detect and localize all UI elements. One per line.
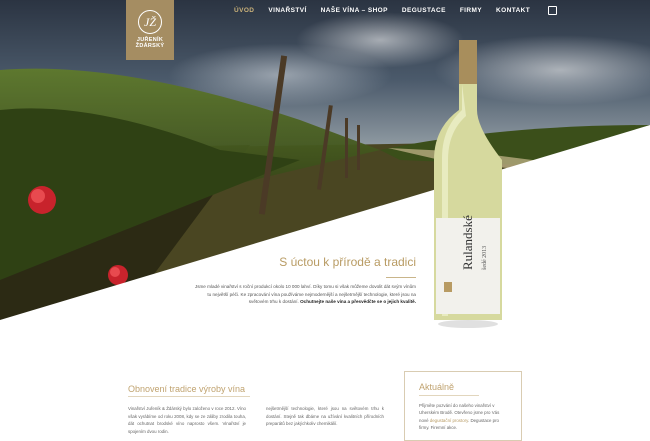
section-column-2: nejšetrnější technologie, které jsou na … [266, 406, 384, 427]
bottle-label-sub: šedé 2013 [482, 246, 488, 270]
section-column-1: Vinařství Juřeník & Ždárský bylo založen… [128, 406, 246, 434]
hero-intro: Jsme mladé vinařství s roční produkcí ok… [190, 283, 416, 306]
bottle-label-main: Rulandské [460, 215, 475, 270]
news-link[interactable]: degustační prostory [430, 418, 468, 423]
brand-logo[interactable]: JŽ JUŘENÍK ŽDÁRSKÝ [126, 0, 174, 60]
section-title-underline [128, 396, 250, 397]
nav-item-degustace[interactable]: DEGUSTACE [402, 7, 446, 14]
hero-banner [0, 0, 650, 320]
cart-icon[interactable] [548, 6, 558, 15]
brand-name: JUŘENÍK ŽDÁRSKÝ [136, 37, 165, 49]
nav-item-kontakt[interactable]: KONTAKT [496, 7, 530, 14]
news-title: Aktuálně [419, 382, 455, 392]
hero-intro-link[interactable]: Ochutnejte naše vína a přesvědčte se o j… [300, 299, 416, 304]
news-text: Přijměte pozvání do našeho vinařství v U… [419, 402, 507, 432]
wine-bottle-image[interactable]: Rulandské šedé 2013 [428, 40, 508, 330]
section-title: Obnovení tradice výroby vína [128, 384, 246, 394]
main-nav: ÚVOD VINAŘSTVÍ NAŠE VÍNA – SHOP DEGUSTAC… [234, 6, 558, 15]
nav-item-firmy[interactable]: FIRMY [460, 7, 482, 14]
tagline-divider [386, 277, 416, 278]
hero-diagonal-overlay [0, 125, 650, 320]
news-box: Aktuálně Přijměte pozvání do našeho vina… [404, 371, 522, 441]
hero-tagline: S úctou k přírodě a tradici [279, 255, 416, 269]
news-title-underline [419, 395, 479, 396]
nav-item-shop[interactable]: NAŠE VÍNA – SHOP [321, 7, 388, 14]
monogram-icon: JŽ [138, 10, 162, 34]
nav-item-vinarstvi[interactable]: VINAŘSTVÍ [268, 7, 306, 14]
nav-item-uvod[interactable]: ÚVOD [234, 7, 254, 14]
brand-name-line2: ŽDÁRSKÝ [135, 43, 165, 49]
